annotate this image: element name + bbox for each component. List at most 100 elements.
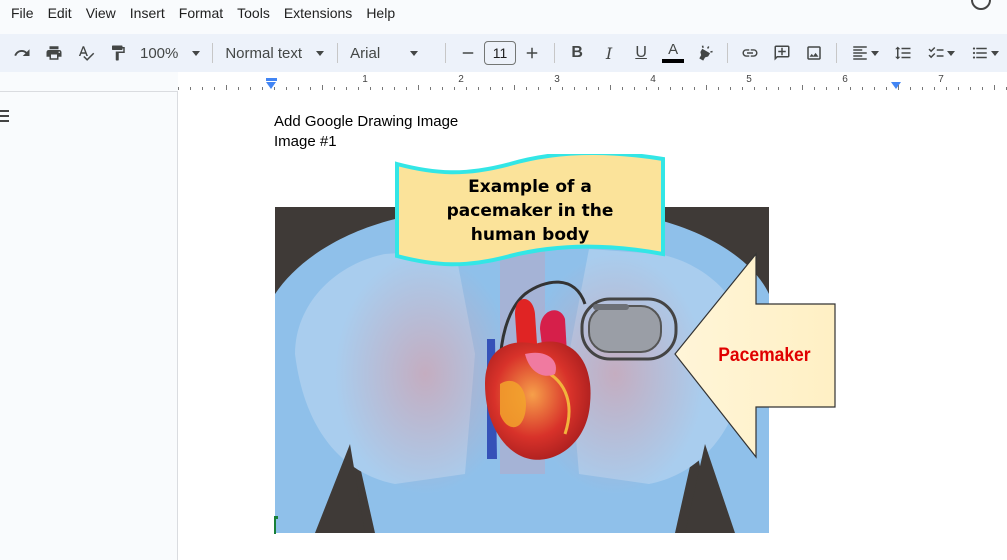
font-size-input[interactable]: 11: [484, 41, 517, 65]
chevron-down-icon: [870, 50, 879, 56]
chevron-down-icon: [192, 50, 201, 56]
bulleted-list-button[interactable]: [965, 39, 1005, 67]
ruler-tick: [238, 87, 239, 90]
redo-icon: [14, 49, 30, 56]
increase-font-size-button[interactable]: [518, 39, 546, 67]
paint-format-button[interactable]: [104, 39, 132, 67]
first-line-indent-marker[interactable]: [266, 78, 277, 81]
pacemaker-drawing[interactable]: Example of a pacemaker in the human body…: [275, 154, 840, 534]
italic-button[interactable]: I: [595, 39, 623, 67]
ruler-tick: [778, 87, 779, 90]
ruler-tick: [694, 87, 695, 90]
checklist-button[interactable]: [921, 39, 961, 67]
right-indent-marker[interactable]: [891, 82, 901, 89]
toolbar: 100% Normal text Arial 11 B I U A: [0, 34, 1007, 72]
menu-view[interactable]: View: [79, 3, 123, 23]
spellcheck-button[interactable]: [72, 39, 100, 67]
underline-button[interactable]: U: [627, 39, 655, 67]
image-icon: [807, 46, 821, 60]
link-icon: [742, 49, 758, 57]
ruler-tick: [670, 87, 671, 90]
ruler-tick: [298, 87, 299, 90]
insert-image-button[interactable]: [800, 39, 828, 67]
font-select[interactable]: Arial: [344, 39, 439, 67]
ruler-number: 3: [554, 74, 560, 85]
toolbar-divider: [727, 43, 729, 63]
plus-icon: [526, 47, 538, 59]
menu-bar: File Edit View Insert Format Tools Exten…: [0, 0, 1007, 26]
ruler-tick: [406, 87, 407, 90]
ruler-number: 7: [938, 74, 944, 85]
highlight-button[interactable]: [691, 39, 719, 67]
menu-tools[interactable]: Tools: [230, 3, 277, 23]
ruler-tick: [262, 87, 263, 90]
ruler-tick: [574, 87, 575, 90]
ruler-tick: [886, 87, 887, 90]
menu-file[interactable]: File: [4, 3, 41, 23]
ruler-tick: [334, 87, 335, 90]
style-select[interactable]: Normal text: [219, 39, 331, 67]
ruler-tick: [874, 87, 875, 90]
menu-format[interactable]: Format: [172, 3, 230, 23]
decrease-font-size-button[interactable]: [454, 39, 482, 67]
ruler-tick: [790, 87, 791, 90]
ruler-tick: [370, 87, 371, 90]
ruler-number: 4: [650, 74, 656, 85]
line-spacing-button[interactable]: [889, 39, 917, 67]
ruler-tick: [646, 87, 647, 90]
zoom-select[interactable]: 100%: [134, 39, 206, 67]
document-page[interactable]: Add Google Drawing Image Image #1 Exampl…: [177, 92, 1007, 560]
ruler-number: 6: [842, 74, 848, 85]
comment-icon: [774, 45, 790, 61]
text-color-label: A: [668, 41, 679, 58]
menu-help[interactable]: Help: [359, 3, 402, 23]
ruler-tick: [178, 87, 179, 90]
text-color-button[interactable]: A: [659, 39, 687, 67]
ruler-tick: [814, 87, 815, 90]
ruler-tick: [250, 87, 251, 90]
spellcheck-icon: [78, 46, 95, 61]
ruler-tick: [766, 87, 767, 90]
ruler-tick: [838, 87, 839, 90]
ruler-tick: [958, 87, 959, 90]
text-color-swatch: [662, 59, 685, 63]
ruler-tick: [718, 87, 719, 90]
ruler-tick: [598, 87, 599, 90]
menu-insert[interactable]: Insert: [123, 3, 172, 23]
ruler-tick: [226, 85, 227, 90]
document-outline-icon[interactable]: [0, 110, 10, 125]
ruler-tick: [946, 87, 947, 90]
menu-edit[interactable]: Edit: [41, 3, 79, 23]
ruler-tick: [802, 85, 803, 90]
toolbar-divider: [337, 43, 339, 63]
document-text-line: Add Google Drawing Image: [274, 113, 459, 130]
redo-button[interactable]: [8, 39, 36, 67]
ruler-tick: [910, 87, 911, 90]
ruler-tick: [550, 87, 551, 90]
ruler-tick: [706, 85, 707, 90]
ruler-tick: [934, 87, 935, 90]
ruler-tick: [826, 87, 827, 90]
ruler-tick: [394, 87, 395, 90]
ruler-tick: [634, 87, 635, 90]
insert-link-button[interactable]: [736, 39, 764, 67]
ruler-tick: [382, 87, 383, 90]
print-button[interactable]: [40, 39, 68, 67]
document-text-line: Image #1: [274, 133, 337, 150]
chevron-down-icon: [990, 50, 999, 56]
toolbar-divider: [445, 43, 446, 63]
align-left-icon: [853, 46, 867, 60]
ruler-tick: [274, 87, 275, 90]
minus-icon: [462, 52, 474, 54]
ruler-tick: [682, 87, 683, 90]
horizontal-ruler[interactable]: 1 2 3 4 5 6 7: [178, 72, 1007, 92]
bold-button[interactable]: B: [563, 39, 591, 67]
ruler-tick: [970, 87, 971, 90]
ruler-tick: [202, 87, 203, 90]
ruler-number: 2: [458, 74, 464, 85]
menu-extensions[interactable]: Extensions: [277, 3, 359, 23]
paint-format-icon: [112, 45, 125, 61]
add-comment-button[interactable]: [768, 39, 796, 67]
ruler-tick: [190, 87, 191, 90]
align-button[interactable]: [845, 39, 885, 67]
